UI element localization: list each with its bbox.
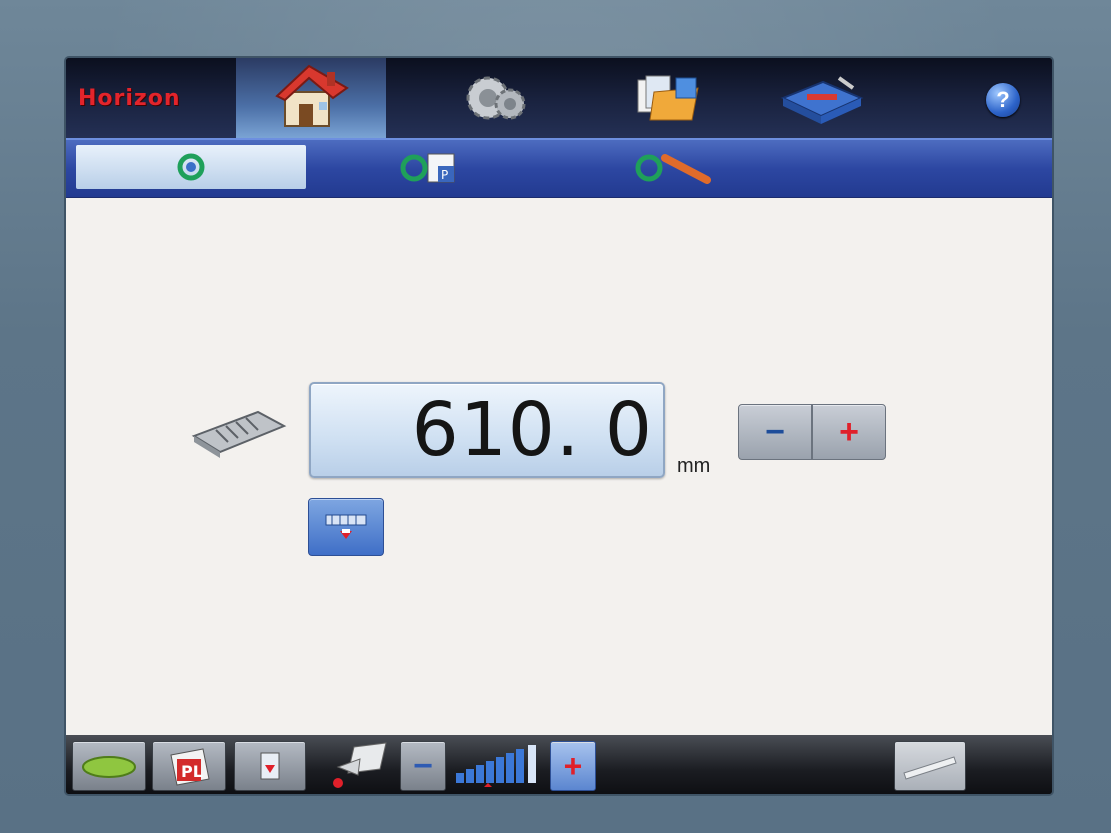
main-panel: 610. 0 mm − + bbox=[66, 198, 1052, 735]
cycle-icon bbox=[177, 153, 205, 181]
gears-icon bbox=[466, 76, 526, 120]
cycle-program-icon: P bbox=[400, 153, 455, 183]
tab-settings[interactable] bbox=[421, 58, 571, 138]
knife-change-button[interactable] bbox=[894, 741, 966, 791]
help-button[interactable]: ? bbox=[986, 83, 1020, 117]
speed-decrease-button[interactable]: − bbox=[400, 741, 446, 791]
decrement-button[interactable]: − bbox=[738, 404, 812, 460]
svg-text:PL: PL bbox=[181, 762, 203, 781]
subtab-cycle[interactable] bbox=[76, 145, 306, 189]
knife-blade-icon bbox=[191, 410, 287, 458]
bottom-toolbar: PL − + bbox=[66, 735, 1052, 794]
leaf-icon bbox=[82, 756, 136, 778]
tab-home[interactable] bbox=[236, 58, 386, 138]
subtab-cycle-program[interactable]: P bbox=[321, 145, 551, 189]
unit-label: mm bbox=[677, 455, 711, 477]
folder-files-icon bbox=[637, 75, 699, 121]
knife-speed-icon bbox=[333, 742, 387, 788]
cycle-knife-icon bbox=[635, 154, 711, 184]
brand-logo: Horizon bbox=[78, 86, 181, 111]
clamp-down-button[interactable] bbox=[234, 741, 306, 791]
leaf-eco-button[interactable] bbox=[72, 741, 146, 791]
arrow-down-icon bbox=[260, 752, 280, 780]
blade-icon bbox=[903, 756, 957, 780]
tab-files[interactable] bbox=[591, 58, 741, 138]
program-button[interactable]: PL bbox=[152, 741, 226, 791]
sub-nav-bar: P bbox=[66, 138, 1052, 200]
clamp-icon bbox=[325, 514, 367, 539]
tab-tools[interactable] bbox=[746, 58, 896, 138]
svg-text:P: P bbox=[441, 168, 448, 182]
position-value: 610. 0 bbox=[411, 387, 653, 473]
clamp-mode-button[interactable] bbox=[308, 498, 384, 556]
position-value-display[interactable]: 610. 0 bbox=[309, 382, 665, 478]
speed-level-indicator bbox=[456, 745, 536, 787]
top-nav-bar: Horizon ? bbox=[66, 58, 1052, 138]
toolbox-icon bbox=[780, 76, 864, 124]
home-icon bbox=[275, 64, 349, 127]
speed-increase-button[interactable]: + bbox=[550, 741, 596, 791]
program-icon: PL bbox=[170, 748, 210, 786]
touch-screen: Horizon ? P 610. 0 mm − + PL − + bbox=[66, 58, 1052, 794]
subtab-cycle-knife[interactable] bbox=[566, 145, 796, 189]
increment-button[interactable]: + bbox=[812, 404, 886, 460]
value-stepper: − + bbox=[738, 404, 886, 460]
